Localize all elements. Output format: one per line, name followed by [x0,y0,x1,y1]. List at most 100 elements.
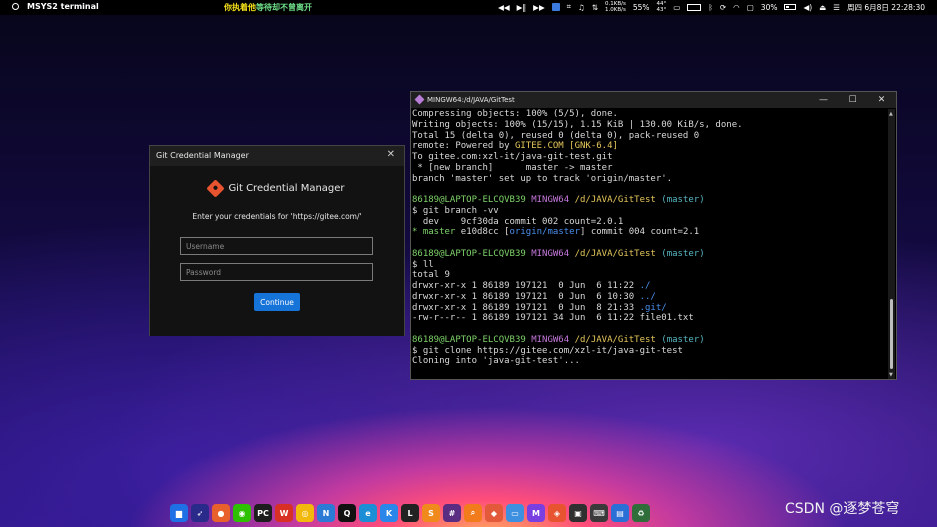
cpu-usage: 55% [632,2,650,12]
terminal-line: $ git clone https://gitee.com/xzl-it/jav… [412,345,683,356]
terminal-segment: GITEE.COM [514,141,564,152]
bluetooth-icon[interactable]: ᛒ [708,3,713,12]
password-field[interactable] [180,263,373,281]
terminal-segment: /d/JAVA/GitTest [574,195,662,205]
next-track-icon[interactable]: ▶▶ [533,3,545,12]
username-field[interactable] [180,237,373,255]
apple-menu-icon[interactable] [12,3,19,10]
terminal-segment: drwxr-xr-x 1 86189 197121 0 Jun 6 10:30 [412,291,640,302]
terminal-output[interactable]: Compressing objects: 100% (5/5), done. Wr… [412,109,743,367]
dialog-titlebar[interactable]: Git Credential Manager ✕ [150,146,404,165]
display-icon[interactable]: ▭ [673,3,680,12]
launchpad-icon[interactable]: ➶ [191,504,209,522]
previous-track-icon[interactable]: ◀◀ [498,3,510,12]
sourcetree-icon[interactable]: ◆ [485,504,503,522]
trash-icon[interactable]: ♻ [632,504,650,522]
terminal-segment: (master) [661,248,705,259]
terminal-segment: * [412,227,423,238]
mail-icon[interactable]: M [527,504,545,522]
net-down: 1.0KB/s [604,7,626,13]
notes-icon[interactable]: N [317,504,335,522]
terminal-segment: origin/master [509,227,580,238]
sublime-icon[interactable]: S [422,504,440,522]
close-icon[interactable]: ✕ [387,149,395,160]
chrome-icon[interactable]: ◎ [296,504,314,522]
menu-bar: MSYS2 terminal 你执着他等待却不曾离开 ◀◀ ▶‖ ▶▶ ⌗ ♫ … [0,0,937,15]
network-arrows-icon: ⇅ [591,2,598,12]
terminal-line: drwxr-xr-x 1 86189 197121 0 Jun 6 10:30 … [412,292,743,303]
dialog-heading-text: Git Credential Manager [228,183,345,194]
terminal-line: Cloning into 'java-git-test'... [412,356,580,367]
eject-icon[interactable]: ⏏ [819,3,826,12]
pycharm-icon[interactable]: PC [254,504,272,522]
folder-icon[interactable]: ▭ [506,504,524,522]
slack-icon[interactable]: # [443,504,461,522]
terminal-icon[interactable]: ▣ [569,504,587,522]
search-icon[interactable]: ⌕ [464,504,482,522]
kugou-icon[interactable]: K [380,504,398,522]
lyrics-part-b: 等待却不曾离开 [256,3,312,12]
terminal-segment: drwxr-xr-x 1 86189 197121 0 Jun 8 21:33 [412,302,640,313]
git-logo-icon [206,179,226,198]
volume-icon[interactable]: ◀) [803,3,812,12]
dialog-heading: Git Credential Manager [150,179,404,198]
scrollbar-thumb[interactable] [890,299,893,369]
terminal-segment: 86189@LAPTOP-ELCQVB39 [412,248,532,259]
terminal-segment: ] commit 004 count=2.1 [580,227,700,238]
microphone-icon[interactable]: ♫ [578,3,585,12]
terminal-line: * [new branch] master -> master [412,162,613,173]
scroll-up-icon[interactable]: ▲ [889,111,893,117]
terminal-line: 86189@LAPTOP-ELCQVB39 MINGW64 /d/JAVA/Gi… [412,249,743,260]
continue-button[interactable]: Continue [254,293,300,311]
terminal-line: $ git branch -vv [412,205,499,216]
window-preview-icon[interactable] [687,3,702,11]
terminal-line: dev 9cf30da commit 002 count=2.0.1 [412,216,624,227]
terminal-line: * master e10d8cc [origin/master] commit … [412,227,743,238]
terminal-scrollbar[interactable]: ▲ ▼ [888,109,895,379]
wifi-icon[interactable]: ◠ [733,3,740,12]
terminal-segment: /d/JAVA/GitTest [574,248,662,259]
wechat-icon[interactable]: ◉ [233,504,251,522]
keyboard-icon[interactable]: ⌨ [590,504,608,522]
screen-icon[interactable]: ▢ [747,3,754,12]
battery-percent: 30% [760,2,778,12]
close-button[interactable]: ✕ [867,92,896,108]
control-center-icon[interactable]: ☰ [833,3,840,12]
lark-icon[interactable]: L [401,504,419,522]
terminal-segment: remote: Powered by [412,141,515,152]
sync-icon[interactable]: ⟳ [720,3,726,12]
terminal-titlebar[interactable]: MINGW64:/d/JAVA/GitTest — ☐ ✕ [411,92,896,108]
clipboard-icon[interactable]: ⌗ [567,2,571,12]
terminal-segment: 86189@LAPTOP-ELCQVB39 [412,334,532,345]
wps-icon[interactable]: W [275,504,293,522]
firefox-icon[interactable]: ● [212,504,230,522]
dock: ▆ ➶ ● ◉ PC W ◎ N Qe K L S # ⌕ ◆ ▭ M ◈ ▣ ⌨ ▤ ♻ [170,500,650,526]
finder-icon[interactable]: ▆ [170,504,188,522]
app-tray-icon[interactable] [551,3,560,11]
terminal-line: branch 'master' set up to track 'origin/… [412,173,673,184]
terminal-segment: [GNK-6.4] [569,141,618,152]
scroll-down-icon[interactable]: ▼ [889,372,893,378]
network-speed: 0.1KB/s 1.0KB/s [605,1,626,13]
dialog-title: Git Credential Manager [156,151,249,160]
terminal-segment: MINGW64 [531,334,575,345]
active-app-name[interactable]: MSYS2 terminal [27,2,99,11]
battery-icon[interactable] [784,4,797,10]
credentials-prompt: Enter your credentials for 'https://gite… [192,212,362,221]
terminal-segment: ../ [639,291,656,302]
terminal-line: To gitee.com:xzl-it/java-git-test.git [412,152,613,162]
preview-icon[interactable]: ▤ [611,504,629,522]
qq-icon[interactable]: Q [338,504,356,522]
clock[interactable]: 周四 6月8日 22:28:30 [847,2,925,13]
terminal-line: drwxr-xr-x 1 86189 197121 0 Jun 8 21:33 … [412,303,743,314]
edge-icon[interactable]: e [359,504,377,522]
terminal-line: drwxr-xr-x 1 86189 197121 0 Jun 6 11:22 … [412,281,743,292]
terminal-segment: e10d8cc [ [455,227,510,238]
maximize-button[interactable]: ☐ [838,92,867,108]
git-icon[interactable]: ◈ [548,504,566,522]
play-pause-icon[interactable]: ▶‖ [517,3,527,12]
minimize-button[interactable]: — [809,92,838,108]
temperature: 44° 43° [657,1,667,13]
terminal-line: $ ll [412,259,434,270]
